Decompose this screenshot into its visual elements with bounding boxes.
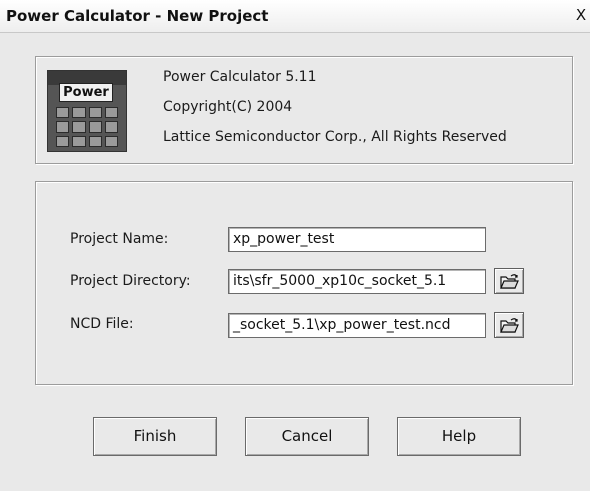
- ncd-file-input[interactable]: _socket_5.1\xp_power_test.ncd: [228, 313, 486, 338]
- project-form-panel: Project Name: xp_power_test Project Dire…: [35, 181, 573, 385]
- power-calculator-logo: Power: [47, 70, 127, 152]
- title-bar[interactable]: Power Calculator - New Project X: [0, 0, 590, 33]
- project-directory-label: Project Directory:: [70, 273, 191, 289]
- company-text: Lattice Semiconductor Corp., All Rights …: [163, 129, 507, 145]
- browse-directory-button[interactable]: [494, 268, 524, 294]
- project-name-input[interactable]: xp_power_test: [228, 227, 486, 252]
- project-name-label: Project Name:: [70, 231, 169, 247]
- ncd-file-label: NCD File:: [70, 316, 134, 332]
- power-calculator-dialog: Power Calculator - New Project X Power P…: [0, 0, 590, 491]
- close-icon[interactable]: X: [574, 7, 588, 23]
- cancel-button[interactable]: Cancel: [245, 417, 369, 456]
- open-folder-icon: [500, 318, 519, 333]
- copyright-text: Copyright(C) 2004: [163, 99, 293, 115]
- browse-ncd-button[interactable]: [494, 312, 524, 338]
- logo-label: Power: [59, 83, 113, 102]
- finish-button[interactable]: Finish: [93, 417, 217, 456]
- logo-keypad: [56, 107, 118, 147]
- product-version: Power Calculator 5.11: [163, 69, 317, 85]
- project-directory-input[interactable]: its\sfr_5000_xp10c_socket_5.1: [228, 269, 486, 294]
- open-folder-icon: [500, 274, 519, 289]
- help-button[interactable]: Help: [397, 417, 521, 456]
- about-panel: Power Power Calculator 5.11 Copyright(C)…: [35, 56, 573, 164]
- window-title: Power Calculator - New Project: [6, 7, 269, 25]
